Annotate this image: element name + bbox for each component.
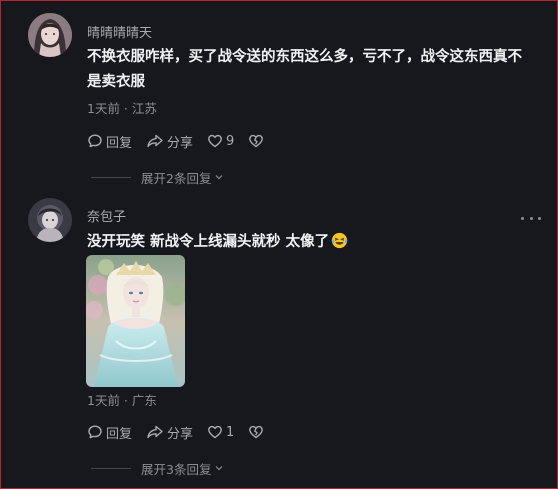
dot-icon (521, 216, 524, 220)
comment-meta: 1天前 · 江苏 (87, 101, 157, 116)
heart-icon (208, 425, 222, 439)
share-button[interactable]: 分享 (146, 132, 193, 151)
reply-bubble-icon (88, 134, 102, 148)
like-button[interactable]: 9 (207, 133, 234, 149)
comment-actions: 回复 分享 1 (87, 422, 267, 442)
share-button[interactable]: 分享 (146, 423, 193, 442)
broken-heart-icon (249, 425, 264, 439)
divider-line (91, 176, 131, 178)
share-arrow-icon (147, 134, 163, 148)
share-label: 分享 (167, 426, 194, 442)
reply-bubble-icon (88, 425, 102, 439)
username[interactable]: 晴晴晴晴天 (87, 22, 152, 41)
avatar[interactable] (28, 13, 72, 57)
like-count: 9 (226, 133, 235, 149)
expand-replies-button[interactable]: 展开3条回复 (91, 458, 224, 478)
chevron-down-icon (216, 175, 223, 180)
expand-replies-label: 展开3条回复 (141, 461, 212, 477)
reply-button[interactable]: 回复 (87, 423, 132, 442)
avatar[interactable] (28, 198, 72, 242)
like-button[interactable]: 1 (207, 424, 234, 440)
like-count: 1 (226, 424, 235, 440)
heart-icon (208, 134, 222, 148)
reply-button[interactable]: 回复 (87, 132, 132, 151)
dot-icon (529, 216, 533, 220)
comment-actions: 回复 分享 9 (87, 131, 267, 151)
dot-icon (538, 216, 541, 220)
broken-heart-icon (249, 134, 264, 148)
comment-image[interactable] (86, 255, 185, 387)
chevron-down-icon (216, 466, 223, 471)
dislike-button[interactable] (248, 133, 267, 149)
username[interactable]: 奈包子 (87, 206, 126, 225)
expand-replies-button[interactable]: 展开2条回复 (91, 167, 224, 187)
comment-text-content: 没开玩笑 新战令上线漏头就秒 太像了 (87, 234, 330, 250)
share-label: 分享 (167, 135, 194, 151)
divider-line (91, 467, 131, 469)
reply-label: 回复 (106, 135, 133, 151)
more-options-button[interactable] (521, 211, 541, 225)
dislike-button[interactable] (248, 424, 267, 440)
expand-replies-label: 展开2条回复 (141, 170, 212, 186)
comment-text: 没开玩笑 新战令上线漏头就秒 太像了 (87, 230, 527, 258)
reply-label: 回复 (106, 426, 133, 442)
grinning-squint-tears-emoji-icon (331, 232, 348, 258)
comment-meta: 1天前 · 广东 (87, 393, 157, 408)
comment-text: 不换衣服咋样，买了战令送的东西这么多，亏不了，战令这东西真不是卖衣服 (87, 49, 522, 90)
comments-panel: 晴晴晴晴天 不换衣服咋样，买了战令送的东西这么多，亏不了，战令这东西真不是卖衣服… (0, 0, 558, 489)
share-arrow-icon (147, 425, 163, 439)
